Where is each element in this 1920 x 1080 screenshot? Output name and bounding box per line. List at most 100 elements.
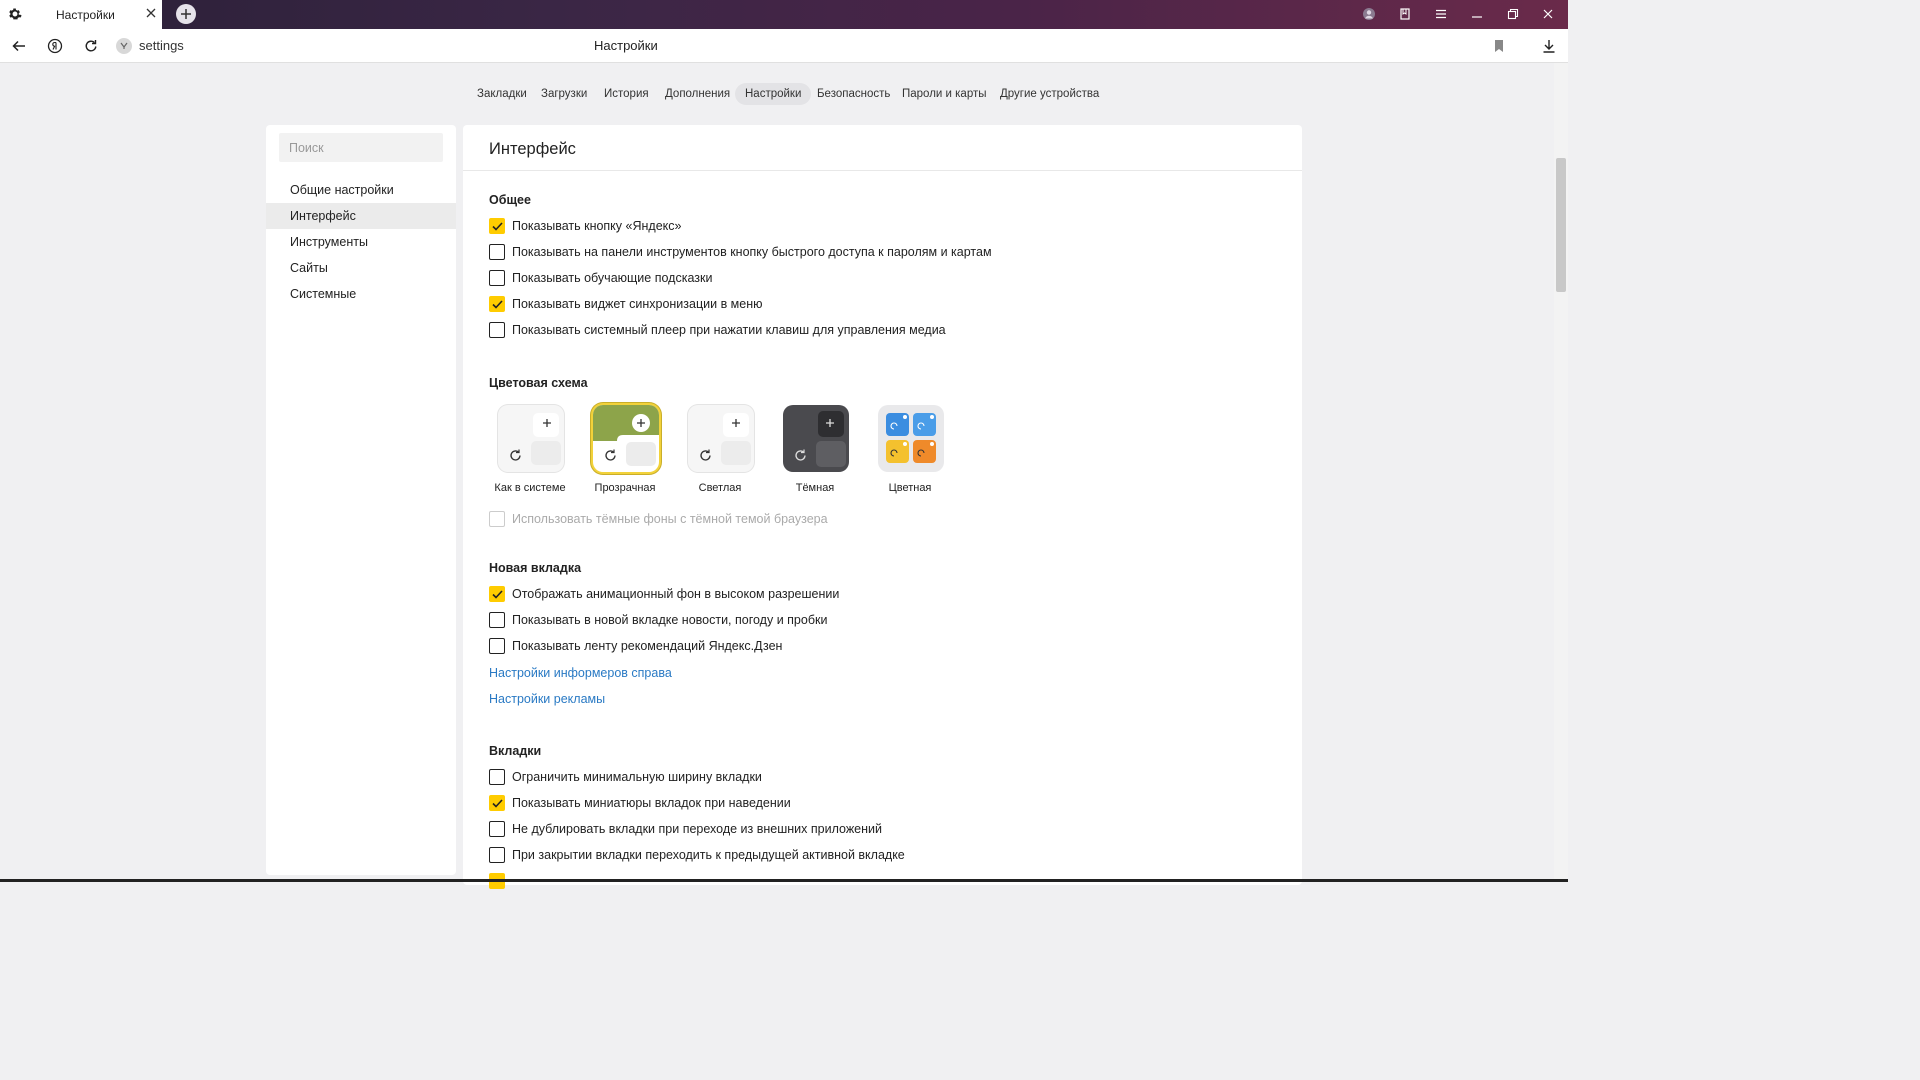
tabs-heading: Вкладки <box>489 744 542 758</box>
sidebar-item-general[interactable]: Общие настройки <box>266 177 456 203</box>
theme-dark-preview <box>783 405 849 472</box>
collections-icon[interactable] <box>1398 7 1412 21</box>
checkbox[interactable] <box>489 638 505 654</box>
nav-passwords[interactable]: Пароли и карты <box>892 83 997 105</box>
menu-icon[interactable] <box>1434 7 1448 21</box>
color-scheme-heading: Цветовая схема <box>489 376 588 390</box>
theme-name: Тёмная <box>795 482 835 494</box>
bookmark-icon[interactable] <box>1491 38 1507 54</box>
tab-title: Настройки <box>56 8 115 22</box>
theme-system-preview <box>498 405 564 472</box>
option-password-button[interactable]: Показывать на панели инструментов кнопку… <box>489 243 992 261</box>
option-min-tab-width[interactable]: Ограничить минимальную ширину вкладки <box>489 768 762 786</box>
checkbox[interactable] <box>489 270 505 286</box>
new-tab-heading: Новая вкладка <box>489 561 582 575</box>
sidebar-item-tools[interactable]: Инструменты <box>266 229 456 255</box>
theme-name: Цветная <box>888 482 932 494</box>
option-show-yandex-button[interactable]: Показывать кнопку «Яндекс» <box>489 217 681 235</box>
settings-main-panel: Интерфейс Общее Показывать кнопку «Яндек… <box>463 125 1302 889</box>
divider <box>463 170 1302 171</box>
general-heading: Общее <box>489 193 531 207</box>
option-label: Показывать виджет синхронизации в меню <box>512 297 763 311</box>
theme-colorful[interactable]: Цветная <box>865 405 955 497</box>
option-animated-bg[interactable]: Отображать анимационный фон в высоком ра… <box>489 585 839 603</box>
nav-security[interactable]: Безопасность <box>807 83 900 105</box>
theme-name: Как в системе <box>494 482 566 494</box>
nav-history[interactable]: История <box>594 83 659 105</box>
download-icon[interactable] <box>1541 38 1557 54</box>
option-tab-thumbnails[interactable]: Показывать миниатюры вкладок при наведен… <box>489 794 791 812</box>
option-label: Не дублировать вкладки при переходе из в… <box>512 822 882 836</box>
option-label: Показывать ленту рекомендаций Яндекс.Дзе… <box>512 639 783 653</box>
checkbox[interactable] <box>489 612 505 628</box>
checkbox[interactable] <box>489 244 505 260</box>
title-bar: Настройки <box>0 0 1568 29</box>
checkbox-checked[interactable] <box>489 586 505 602</box>
settings-top-nav: Закладки Загрузки История Дополнения Нас… <box>0 83 1568 105</box>
checkbox-checked[interactable] <box>489 296 505 312</box>
checkbox[interactable] <box>489 769 505 785</box>
nav-bookmarks[interactable]: Закладки <box>467 83 537 105</box>
sidebar-item-interface[interactable]: Интерфейс <box>266 203 456 229</box>
option-zen-feed[interactable]: Показывать ленту рекомендаций Яндекс.Дзе… <box>489 637 782 655</box>
theme-light-preview <box>688 405 754 472</box>
ads-settings-link[interactable]: Настройки рекламы <box>489 692 605 706</box>
option-label: Показывать системный плеер при нажатии к… <box>512 323 946 337</box>
address-bar: settings Настройки <box>0 29 1568 63</box>
theme-system[interactable]: Как в системе <box>485 405 575 497</box>
nav-other-devices[interactable]: Другие устройства <box>990 83 1109 105</box>
minimize-icon[interactable] <box>1470 7 1484 21</box>
option-label: Показывать миниатюры вкладок при наведен… <box>512 796 791 810</box>
option-news-weather[interactable]: Показывать в новой вкладке новости, пого… <box>489 611 827 629</box>
active-tab[interactable]: Настройки <box>0 0 162 29</box>
option-label: Показывать на панели инструментов кнопку… <box>512 245 992 259</box>
plus-icon <box>181 9 191 19</box>
checkbox[interactable] <box>489 847 505 863</box>
close-window-icon[interactable] <box>1541 7 1555 21</box>
profile-icon[interactable] <box>1362 7 1376 21</box>
settings-sidebar: Общие настройки Интерфейс Инструменты Са… <box>266 125 456 875</box>
restore-icon[interactable] <box>1506 7 1520 21</box>
theme-name: Прозрачная <box>594 482 656 494</box>
option-dark-backgrounds: Использовать тёмные фоны с тёмной темой … <box>489 510 828 528</box>
option-label: Использовать тёмные фоны с тёмной темой … <box>512 512 828 526</box>
theme-transparent-preview <box>593 405 659 472</box>
sidebar-item-sites[interactable]: Сайты <box>266 255 456 281</box>
theme-colorful-preview <box>878 405 944 472</box>
checkbox[interactable] <box>489 322 505 338</box>
option-system-player[interactable]: Показывать системный плеер при нажатии к… <box>489 321 946 339</box>
theme-transparent[interactable]: Прозрачная <box>580 405 670 497</box>
new-tab-button[interactable] <box>176 4 196 24</box>
reload-icon[interactable] <box>83 38 99 54</box>
option-label: Показывать кнопку «Яндекс» <box>512 219 682 233</box>
back-icon[interactable] <box>11 38 27 54</box>
checkbox-checked[interactable] <box>489 795 505 811</box>
checkbox-disabled <box>489 511 505 527</box>
nav-extensions[interactable]: Дополнения <box>655 83 740 105</box>
page-title: Настройки <box>594 38 658 53</box>
sidebar-item-system[interactable]: Системные <box>266 281 456 307</box>
option-no-duplicate-tabs[interactable]: Не дублировать вкладки при переходе из в… <box>489 820 882 838</box>
option-label: Показывать обучающие подсказки <box>512 271 713 285</box>
option-tutorial-hints[interactable]: Показывать обучающие подсказки <box>489 269 712 287</box>
theme-light[interactable]: Светлая <box>675 405 765 497</box>
scrollbar-thumb[interactable] <box>1556 158 1566 292</box>
gear-icon <box>9 8 22 20</box>
site-badge-icon[interactable] <box>116 38 132 54</box>
close-icon[interactable] <box>144 6 158 20</box>
yandex-icon[interactable] <box>47 38 63 54</box>
bottom-edge <box>0 879 1568 882</box>
checkbox-checked[interactable] <box>489 218 505 234</box>
nav-settings[interactable]: Настройки <box>735 83 812 105</box>
checkbox[interactable] <box>489 821 505 837</box>
address-url[interactable]: settings <box>139 38 184 53</box>
option-label: Отображать анимационный фон в высоком ра… <box>512 587 840 601</box>
theme-dark[interactable]: Тёмная <box>770 405 860 497</box>
option-label: При закрытии вкладки переходить к предыд… <box>512 848 905 862</box>
nav-downloads[interactable]: Загрузки <box>531 83 597 105</box>
option-prev-active-tab[interactable]: При закрытии вкладки переходить к предыд… <box>489 846 905 864</box>
theme-name: Светлая <box>698 482 742 494</box>
search-input[interactable] <box>279 133 443 162</box>
informers-settings-link[interactable]: Настройки информеров справа <box>489 666 672 680</box>
option-sync-widget[interactable]: Показывать виджет синхронизации в меню <box>489 295 763 313</box>
